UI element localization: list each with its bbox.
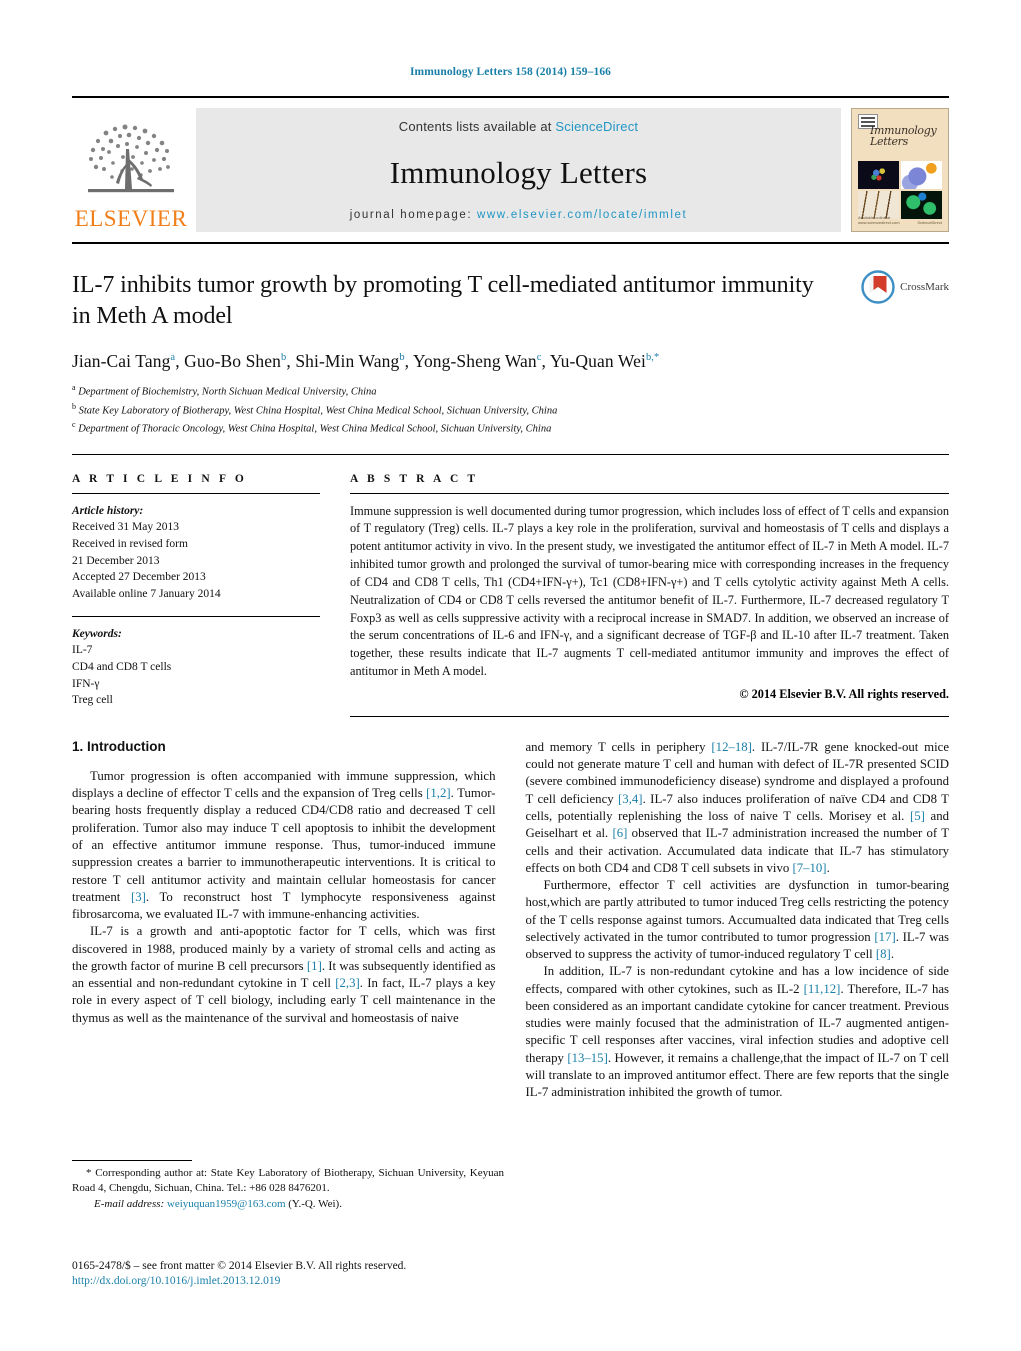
- abstract-heading: A B S T R A C T: [350, 472, 479, 485]
- affiliation-text-a: Department of Biochemistry, North Sichua…: [78, 386, 377, 398]
- email-note: E-mail address: weiyuquan1959@163.com (Y…: [72, 1197, 504, 1212]
- citation-ref[interactable]: [6]: [613, 826, 628, 840]
- citation-ref[interactable]: [1]: [307, 959, 322, 973]
- paragraph-right-3: In addition, IL-7 is non-redundant cytok…: [525, 964, 950, 1100]
- history-line-1: Received in revised form: [72, 538, 188, 550]
- keyword-0: IL-7: [72, 644, 93, 657]
- history-line-0: Received 31 May 2013: [72, 521, 179, 534]
- elsevier-logo: ELSEVIER: [72, 108, 190, 232]
- masthead-bottom-rule: [72, 242, 949, 244]
- author-list: Jian-Cai Tanga, Guo-Bo Shenb, Shi-Min Wa…: [72, 351, 660, 372]
- keywords-block: Keywords: IL-7 CD4 and CD8 T cells IFN-γ…: [72, 626, 320, 709]
- elsevier-tree-icon: [88, 124, 174, 193]
- homepage-prefix: journal homepage:: [349, 209, 473, 221]
- abstract-text: Immune suppression is well documented du…: [350, 503, 949, 679]
- cover-image-grid: [858, 161, 942, 219]
- journal-masthead: ELSEVIER Contents lists available at Sci…: [72, 96, 949, 232]
- affiliation-mark-b: b: [72, 401, 76, 411]
- contents-list-line: Contents lists available at ScienceDirec…: [399, 119, 638, 134]
- article-history-label: Article history:: [72, 504, 144, 517]
- citation-ref[interactable]: [5]: [910, 809, 925, 823]
- contents-prefix: Contents lists available at: [398, 119, 556, 134]
- article-info-column: A R T I C L E I N F O Article history: R…: [72, 473, 320, 717]
- keywords-divider-rule: [72, 615, 320, 617]
- journal-homepage-line: journal homepage: www.elsevier.com/locat…: [350, 209, 688, 221]
- footnote-rule: [72, 1160, 192, 1161]
- footnote-block: * Corresponding author at: State Key Lab…: [72, 1160, 504, 1213]
- citation-ref[interactable]: [7–10]: [792, 861, 826, 875]
- citation-ref[interactable]: [2,3]: [335, 976, 360, 990]
- front-matter-block: 0165-2478/$ – see front matter © 2014 El…: [72, 1258, 512, 1287]
- affiliation-c: c Department of Thoracic Oncology, West …: [72, 419, 949, 437]
- paragraph-left-2: IL-7 is a growth and anti-apoptotic fact…: [72, 924, 496, 1025]
- citation-ref[interactable]: [3]: [131, 890, 146, 904]
- keyword-3: Treg cell: [72, 694, 113, 707]
- keywords-label: Keywords:: [72, 627, 122, 640]
- cover-panel-1: [858, 161, 899, 189]
- abstract-bottom-rule: [350, 715, 949, 717]
- journal-cover-thumbnail[interactable]: Immunology Letters Available online at w…: [851, 108, 949, 232]
- sciencedirect-link[interactable]: ScienceDirect: [555, 119, 638, 134]
- affiliation-text-b: State Key Laboratory of Biotherapy, West…: [78, 405, 558, 417]
- history-line-2: 21 December 2013: [72, 554, 160, 567]
- citation-ref[interactable]: [12–18]: [711, 740, 752, 754]
- article-history-block: Article history: Received 31 May 2013 Re…: [72, 503, 320, 603]
- citation-ref[interactable]: [1,2]: [426, 786, 451, 800]
- affiliation-mark-a: a: [72, 383, 76, 393]
- abstract-rule: [350, 492, 949, 494]
- article-info-heading: A R T I C L E I N F O: [72, 472, 247, 485]
- doi-link[interactable]: http://dx.doi.org/10.1016/j.imlet.2013.1…: [72, 1275, 512, 1287]
- paragraph-right-1: and memory T cells in periphery [12–18].…: [525, 739, 950, 875]
- citation-ref[interactable]: [3,4]: [618, 792, 643, 806]
- journal-title: Immunology Letters: [389, 154, 648, 190]
- abstract-copyright: © 2014 Elsevier B.V. All rights reserved…: [739, 686, 949, 701]
- email-link[interactable]: weiyuquan1959@163.com: [167, 1198, 286, 1210]
- article-info-rule: [72, 492, 320, 494]
- keyword-2: IFN-γ: [72, 677, 100, 690]
- cover-footer-left: Available online at www.sciencedirect.co…: [858, 215, 900, 225]
- masthead-center: Contents lists available at ScienceDirec…: [196, 108, 841, 232]
- crossmark-label: CrossMark: [900, 281, 949, 293]
- crossmark-icon: [861, 270, 895, 304]
- affiliation-mark-c: c: [72, 420, 76, 430]
- affiliation-list: a Department of Biochemistry, North Sich…: [72, 382, 949, 437]
- elsevier-wordmark: ELSEVIER: [74, 206, 188, 231]
- cover-footer-right: ScienceDirect: [917, 220, 942, 225]
- page-title: IL-7 inhibits tumor growth by promoting …: [72, 272, 814, 329]
- body-columns: 1. Introduction Tumor progression is oft…: [72, 739, 949, 1102]
- email-label: E-mail address:: [94, 1198, 165, 1211]
- info-abstract-row: A R T I C L E I N F O Article history: R…: [72, 473, 949, 717]
- corresponding-marker: *: [86, 1167, 92, 1179]
- body-column-right: and memory T cells in periphery [12–18].…: [526, 739, 950, 1102]
- section-heading-introduction: 1. Introduction: [72, 738, 166, 754]
- citation-ref[interactable]: [13–15]: [567, 1051, 608, 1065]
- keyword-1: CD4 and CD8 T cells: [72, 661, 172, 674]
- corresponding-author-note: * Corresponding author at: State Key Lab…: [72, 1166, 504, 1196]
- title-block: CrossMark IL-7 inhibits tumor growth by …: [72, 270, 949, 438]
- front-matter-line: 0165-2478/$ – see front matter © 2014 El…: [72, 1260, 407, 1272]
- affiliation-a: a Department of Biochemistry, North Sich…: [72, 382, 949, 400]
- cover-journal-script: Immunology Letters: [870, 124, 937, 148]
- corresponding-text: Corresponding author at: State Key Labor…: [72, 1167, 504, 1195]
- title-bottom-rule: [72, 453, 949, 455]
- citation-ref[interactable]: [11,12]: [804, 982, 841, 996]
- citation-ref[interactable]: [17]: [874, 930, 895, 944]
- abstract-column: A B S T R A C T Immune suppression is we…: [350, 473, 949, 717]
- paragraph-left-1: Tumor progression is often accompanied w…: [72, 768, 496, 922]
- history-line-3: Accepted 27 December 2013: [72, 571, 206, 584]
- body-column-left: 1. Introduction Tumor progression is oft…: [72, 739, 496, 1102]
- affiliation-b: b State Key Laboratory of Biotherapy, We…: [72, 401, 949, 419]
- affiliation-text-c: Department of Thoracic Oncology, West Ch…: [78, 423, 552, 435]
- article-page: Immunology Letters 158 (2014) 159–166 EL…: [0, 0, 1021, 1351]
- cover-panel-2: [901, 161, 942, 189]
- paragraph-right-2: Furthermore, effector T cell activities …: [525, 878, 950, 962]
- homepage-url-link[interactable]: www.elsevier.com/locate/immlet: [477, 209, 687, 221]
- cover-footer: Available online at www.sciencedirect.co…: [858, 213, 942, 225]
- email-suffix: (Y.-Q. Wei).: [288, 1198, 342, 1211]
- history-line-4: Available online 7 January 2014: [72, 588, 221, 601]
- citation-ref[interactable]: [8]: [876, 947, 891, 961]
- running-head: Immunology Letters 158 (2014) 159–166: [409, 66, 612, 78]
- crossmark-badge[interactable]: CrossMark: [861, 270, 949, 304]
